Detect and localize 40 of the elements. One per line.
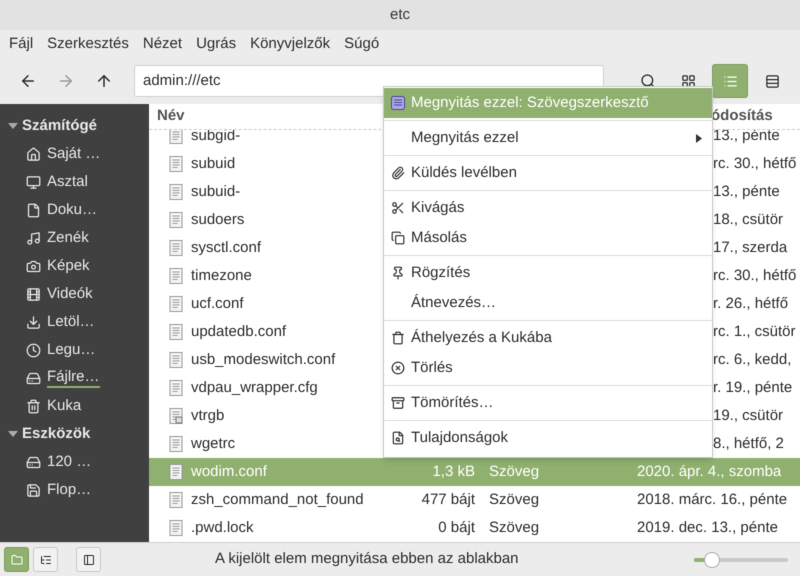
file-date: 13., pénte (713, 126, 780, 146)
status-message: A kijelölt elem megnyitása ebben az ablakban (215, 549, 519, 570)
file-date: r. 19., pénte (713, 378, 792, 398)
file-name: .pwd.lock (191, 518, 254, 538)
file-date: 2018. márc. 16., pénte (637, 490, 788, 510)
file-name: usb_modeswitch.conf (191, 350, 336, 370)
file-date: rc. 30., hétfő (713, 154, 796, 174)
file-name: updatedb.conf (191, 322, 286, 342)
file-type: Szöveg (488, 462, 540, 482)
file-size: 477 bájt (420, 490, 475, 510)
file-name: vdpau_wrapper.cfg (191, 378, 318, 398)
file-name: wodim.conf (191, 462, 267, 482)
file-name: wgetrc (191, 434, 236, 454)
file-name: subuid- (191, 182, 240, 202)
file-name: subgid- (191, 126, 240, 146)
sidebar-section-title: Számítógé (22, 116, 98, 136)
file-date: rc. 1., csütör (713, 322, 796, 342)
window-title: etc (390, 4, 410, 25)
file-date: 18., csütör (713, 210, 784, 230)
file-date: rc. 30., hétfő (713, 266, 796, 286)
file-date: 19., csütör (713, 406, 784, 426)
file-name: ucf.conf (191, 294, 244, 314)
file-date: r. 26., hétfő (713, 294, 788, 314)
file-date: 2020. ápr. 4., szomba (637, 462, 782, 482)
file-date: 17., szerda (713, 238, 788, 258)
sidebar-section-title: Eszközök (22, 424, 90, 444)
file-name: vtrgb (191, 406, 224, 426)
file-name: sudoers (191, 210, 244, 230)
file-date: 13., pénte (713, 182, 780, 202)
file-date: 2019. dec. 13., pénte (637, 518, 778, 538)
file-name: timezone (191, 266, 252, 286)
file-name: subuid (191, 154, 236, 174)
file-name: sysctl.conf (191, 238, 262, 258)
file-type: Szöveg (488, 490, 540, 510)
file-size: 1,3 kB (431, 462, 475, 482)
file-type: Szöveg (488, 518, 540, 538)
file-date: rc. 6., kedd, (713, 350, 792, 370)
file-size: 0 bájt (437, 518, 475, 538)
file-date: 8., hétfő, 2 (713, 434, 784, 454)
file-name: zsh_command_not_found (191, 490, 364, 510)
